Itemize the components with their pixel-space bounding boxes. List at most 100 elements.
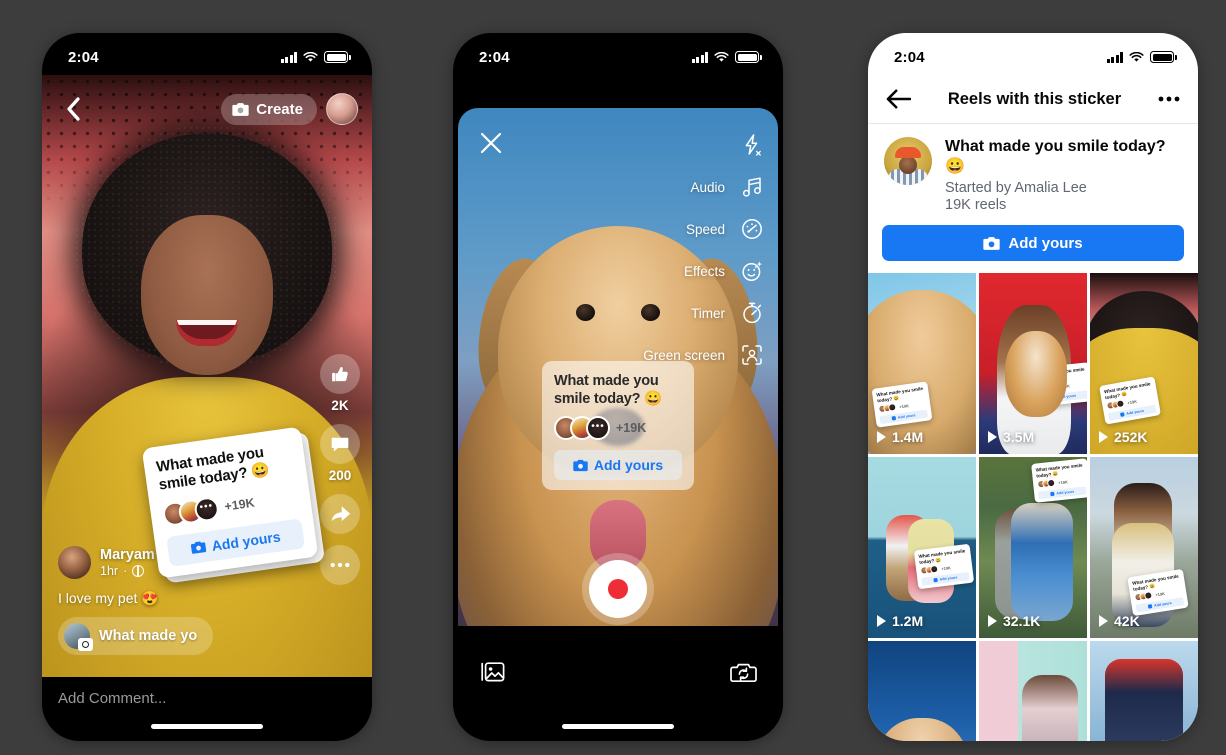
speed-tool[interactable]: Speed	[643, 208, 766, 250]
author-avatar[interactable]	[58, 546, 91, 579]
back-chevron-icon[interactable]	[58, 94, 88, 124]
dog-eye-left	[576, 304, 595, 321]
sparkle-face-icon	[738, 257, 766, 285]
effects-tool[interactable]: Effects	[643, 250, 766, 292]
comment-preview-text: What made yo	[99, 628, 198, 644]
record-dot-icon	[608, 579, 628, 599]
ellipsis-icon: •••	[198, 500, 214, 514]
participant-avatar-more	[1143, 590, 1153, 601]
flash-off-icon	[738, 131, 766, 159]
sticker-count: +19K	[1154, 590, 1166, 597]
cellular-signal-icon	[1106, 51, 1123, 63]
phone-reels-grid: 2:04 Reels with this sticker What made y…	[868, 33, 1198, 741]
status-time: 2:04	[68, 48, 99, 66]
reels-grid: What made you smile today? 😀 +19K Add your…	[868, 273, 1198, 741]
camera-icon	[1050, 492, 1055, 496]
status-indicators	[1106, 51, 1177, 63]
reel-tile-rooftop-friends[interactable]: What made you smile today? 😀 +19K Add your…	[1090, 457, 1198, 638]
home-indicator	[562, 724, 674, 729]
reel-content: Create What made you smile today? 😀 ••• …	[42, 75, 372, 677]
comment-preview-pill[interactable]: What made yo	[58, 617, 214, 655]
reel-thumbnail-image	[1090, 641, 1198, 741]
timer-tool[interactable]: Timer	[643, 292, 766, 334]
add-yours-label: Add yours	[1008, 234, 1083, 252]
flash-tool[interactable]	[643, 124, 766, 166]
reel-tile-yellow-sweater[interactable]: What made you smile today? 😀 +19K Add your…	[1090, 273, 1198, 454]
sticker-count: +19K	[616, 421, 647, 436]
comment-icon	[331, 437, 349, 452]
view-count: 32.1K	[988, 613, 1040, 629]
view-count-value: 252K	[1114, 429, 1148, 445]
sticker-participants: ••• +19K	[554, 416, 682, 441]
camera-icon	[933, 578, 938, 583]
reel-sticker-overlay: What made you smile today? 😀+19KAdd your…	[913, 543, 975, 590]
sticker-card-container[interactable]: What made you smile today? 😀 ••• +19K Ad…	[141, 426, 326, 584]
play-icon	[877, 615, 886, 627]
record-button[interactable]	[589, 560, 647, 618]
battery-icon	[735, 51, 762, 63]
amalia-lee-avatar[interactable]	[884, 137, 932, 185]
add-yours-button[interactable]: Add yours	[554, 450, 682, 481]
sticker-count: +19K	[1057, 478, 1069, 485]
view-count: 1.4M	[877, 429, 923, 445]
sticker-card[interactable]: What made you smile today? 😀 ••• +19K Ad…	[141, 426, 319, 579]
reel-tile-red-beanie[interactable]	[1090, 641, 1198, 741]
comment-button[interactable]	[320, 424, 360, 464]
reel-sticker-overlay: What made you smile today? 😀+19KAdd your…	[871, 381, 933, 428]
reels-grid-scroll[interactable]: What made you smile today? 😀 +19K Add your…	[868, 273, 1198, 741]
camera-icon	[232, 102, 249, 116]
add-yours-label: Add yours	[897, 413, 916, 420]
audio-tool-label: Audio	[690, 179, 725, 195]
reel-tile-shiba-hug[interactable]: What made you smile today? 😀+19KAdd your…	[979, 273, 1087, 454]
reel-tile-watermelon[interactable]	[868, 641, 976, 741]
comment-count: 200	[328, 468, 352, 483]
sticker-author: Started by Amalia Lee	[945, 180, 1087, 196]
camera-tools: Audio Speed Effects Timer Green screen	[643, 124, 766, 376]
close-x-icon[interactable]	[478, 130, 506, 158]
camera-icon	[1147, 604, 1153, 609]
add-comment-bar[interactable]: Add Comment...	[42, 677, 372, 741]
reel-tile-golden-retriever[interactable]: What made you smile today? 😀 +19K Add your…	[868, 273, 976, 454]
thumbs-up-icon	[331, 366, 348, 381]
audio-tool[interactable]: Audio	[643, 166, 766, 208]
avatar[interactable]	[326, 93, 358, 125]
add-yours-button[interactable]: Add yours	[166, 517, 306, 567]
view-count-value: 1.2M	[892, 613, 924, 629]
add-yours-button[interactable]: Add yours	[882, 225, 1184, 261]
add-yours-button: Add yours	[1038, 486, 1087, 500]
view-count-value: 32.1K	[1003, 613, 1041, 629]
reel-tile-blue-studio[interactable]: What made you smile today? 😀 +19K Add your…	[868, 457, 976, 638]
add-comment-placeholder: Add Comment...	[58, 690, 167, 707]
sticker-question: What made you smile today? 😀	[945, 138, 1166, 175]
status-time: 2:04	[479, 48, 510, 66]
reel-thumbnail-image	[868, 641, 976, 741]
back-arrow-icon[interactable]	[886, 89, 911, 109]
reel-thumbnail-image	[868, 273, 976, 454]
more-options-button[interactable]	[320, 545, 360, 585]
add-yours-label: Add yours	[1153, 601, 1173, 608]
status-indicators	[280, 51, 351, 63]
sticker-count: +19K	[1126, 398, 1138, 405]
share-button[interactable]	[320, 494, 360, 534]
add-yours-label: Add yours	[939, 575, 958, 582]
ellipsis-icon[interactable]	[1158, 96, 1180, 102]
phone-camera-capture: 2:04 Audio Speed Effects Timer Green scr…	[453, 33, 783, 741]
flip-camera-icon[interactable]	[730, 661, 757, 685]
gallery-icon[interactable]	[479, 660, 506, 685]
ellipsis-icon: •••	[591, 420, 605, 432]
globe-icon	[132, 565, 145, 577]
reel-tile-park-couple[interactable]: What made you smile today? 😀 +19K Add your…	[979, 457, 1087, 638]
camera-icon	[190, 541, 207, 554]
share-arrow-icon	[331, 506, 350, 522]
participant-avatar-more	[887, 402, 897, 412]
post-time: 1hr	[100, 564, 119, 578]
add-yours-label: Add yours	[1126, 408, 1145, 416]
create-button[interactable]: Create	[221, 93, 317, 125]
timer-tool-label: Timer	[691, 305, 725, 321]
camera-icon	[78, 638, 93, 651]
status-indicators	[691, 51, 762, 63]
camera-sticker-overlay[interactable]: What made you smile today? 😀 ••• +19K Ad…	[542, 361, 694, 491]
create-label: Create	[256, 100, 303, 118]
like-button[interactable]	[320, 354, 360, 394]
play-icon	[1099, 615, 1108, 627]
